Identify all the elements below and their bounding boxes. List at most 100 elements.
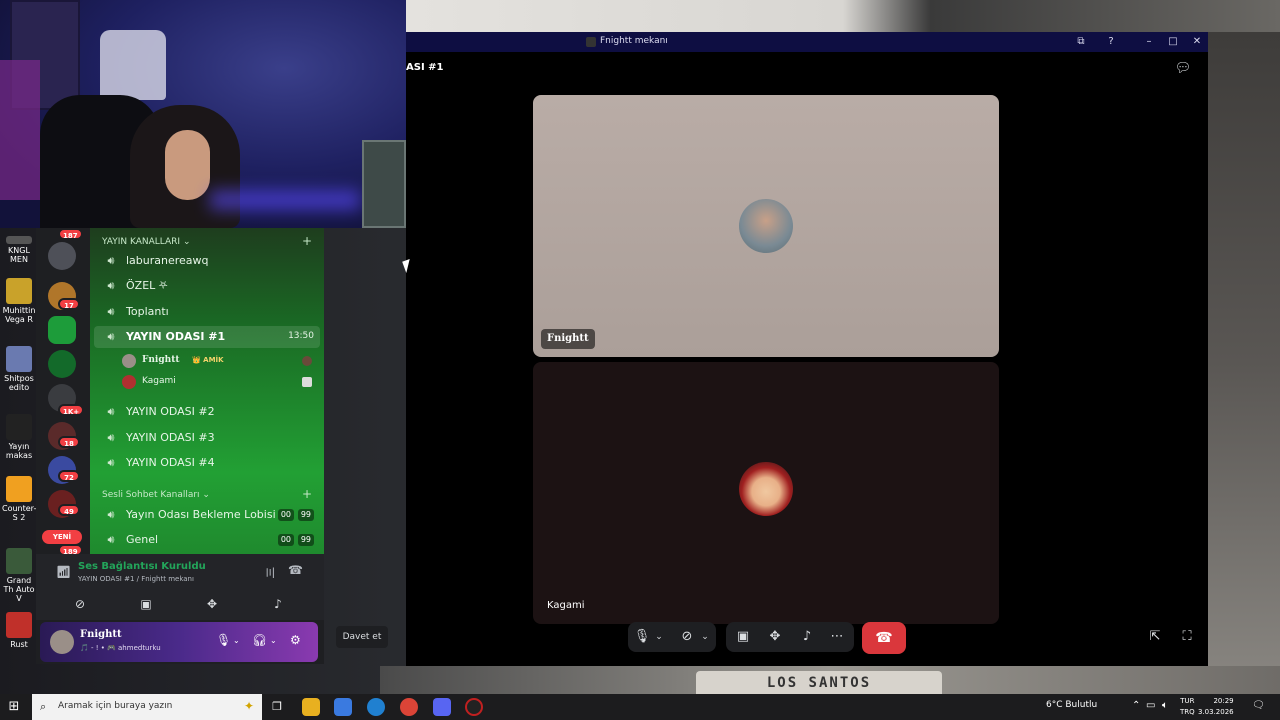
taskbar: ⊞ ⌕ Aramak için buraya yazın ✦ ❐ 6°C Bul… <box>0 694 1280 720</box>
soundboard-icon[interactable]: ♪ <box>796 622 818 652</box>
invite-button[interactable]: Davet et <box>336 626 388 648</box>
noise-suppression-icon[interactable]: 〣 <box>264 564 276 581</box>
chevron-down-icon[interactable]: ⌄ <box>270 636 277 645</box>
fullscreen-icon[interactable]: ⛶ <box>1178 628 1196 646</box>
voice-status-subtitle[interactable]: YAYIN ODASI #1 / Fnightt mekanı <box>78 575 194 583</box>
desktop-icon[interactable]: Muhittin Vega R <box>2 278 36 324</box>
task-view-icon[interactable]: ❐ <box>268 698 286 716</box>
channel-yayin-odasi-1[interactable]: 🔊︎ YAYIN ODASI #1 13:50 <box>94 326 320 348</box>
channel-bekleme-lobisi[interactable]: 🔊︎ Yayın Odası Bekleme Lobisi 00 99 <box>94 504 320 526</box>
channel-toplanti[interactable]: 🔊︎ Toplantı <box>94 301 320 323</box>
desktop-icon[interactable]: Rust <box>2 612 36 649</box>
desktop-icon[interactable]: KNGL MEN <box>2 236 36 264</box>
chevron-down-icon[interactable]: ⌄ <box>698 622 712 652</box>
language-indicator[interactable]: TUR TRQ <box>1180 696 1195 718</box>
chevron-down-icon[interactable]: ⌄ <box>652 622 666 652</box>
server-icon[interactable] <box>48 242 76 270</box>
server-icon[interactable] <box>48 316 76 344</box>
channel-label: YAYIN ODASI #4 <box>126 456 215 469</box>
pop-out-icon[interactable]: ⇱ <box>1146 628 1164 646</box>
user-count: 00 <box>277 509 294 521</box>
cast-icon[interactable]: ⧉ <box>1072 34 1090 50</box>
file-explorer-icon[interactable] <box>302 698 320 716</box>
channel-yayin-odasi-3[interactable]: 🔊︎ YAYIN ODASI #3 <box>94 427 320 449</box>
discord-icon[interactable] <box>433 698 451 716</box>
weather-widget[interactable]: 6°C Bulutlu <box>1046 700 1097 710</box>
voice-member[interactable]: Fnightt 👑 AMİK <box>120 352 316 370</box>
avatar[interactable] <box>50 630 74 654</box>
speaker-icon: 🔊︎ <box>107 431 115 444</box>
speaker-icon: 🔊︎ <box>107 405 115 418</box>
channel-genel[interactable]: 🔊︎ Genel 00 99 <box>94 529 320 551</box>
chevron-up-icon[interactable]: ⌃ <box>1132 700 1140 711</box>
channel-label: Genel <box>126 533 159 546</box>
network-icon[interactable]: ▭ <box>1146 700 1155 711</box>
desktop-icon[interactable]: Shitpos edito <box>2 346 36 392</box>
user-count: 00 <box>277 534 294 546</box>
clock[interactable]: 20:29 3.03.2026 <box>1198 696 1234 718</box>
microphone-icon[interactable]: 🎙︎ <box>216 633 231 647</box>
participant-tile[interactable]: Fnightt <box>533 95 999 357</box>
notifications-icon[interactable]: 🗨︎ <box>1252 700 1265 711</box>
user-limit: 99 <box>297 509 314 521</box>
store-icon[interactable] <box>334 698 352 716</box>
volume-icon[interactable]: 🔈︎ <box>1162 700 1168 711</box>
edge-icon[interactable] <box>367 698 385 716</box>
chrome-icon[interactable] <box>400 698 418 716</box>
discord-sidebar: 187 17 1K+ 18 72 49 YENİ 189 YAYIN KANAL… <box>36 228 324 664</box>
headphones-icon[interactable]: 🎧︎ <box>252 633 267 647</box>
server-list: 187 17 1K+ 18 72 49 YENİ 189 <box>36 228 90 558</box>
camera-off-icon[interactable]: ⊘ <box>676 622 698 652</box>
activities-icon[interactable]: ✥ <box>764 622 786 652</box>
server-icon[interactable] <box>48 350 76 378</box>
voice-connection-panel: 📶︎ Ses Bağlantısı Kuruldu YAYIN ODASI #1… <box>36 554 324 620</box>
microphone-icon[interactable]: 🎙︎ <box>632 622 652 652</box>
desktop-icon[interactable]: Grand Th Auto V <box>2 548 36 603</box>
channel-yayin-odasi-4[interactable]: 🔊︎ YAYIN ODASI #4 <box>94 452 320 474</box>
maximize-icon[interactable]: □ <box>1164 34 1182 50</box>
desktop-icon-label: Rust <box>10 640 28 649</box>
channel-label: Yayın Odası Bekleme Lobisi <box>126 508 276 521</box>
member-name: Kagami <box>142 376 176 386</box>
windows-start-icon[interactable]: ⊞ <box>6 699 22 715</box>
screen-share-icon[interactable]: ▣ <box>732 622 754 652</box>
obs-icon[interactable] <box>465 698 483 716</box>
category-yayin-kanallari[interactable]: YAYIN KANALLARI ⌄ <box>102 237 191 247</box>
server-badge: 187 <box>58 228 83 240</box>
add-channel-icon[interactable]: + <box>302 487 312 501</box>
language-code: TUR <box>1180 697 1195 705</box>
add-channel-icon[interactable]: + <box>302 234 312 248</box>
speaker-icon: 🔊︎ <box>107 456 115 469</box>
more-options-icon[interactable]: ⋯ <box>826 622 848 652</box>
taskbar-search[interactable]: ⌕ Aramak için buraya yazın ✦ <box>32 694 262 720</box>
channel-ozel[interactable]: 🔊︎ ÖZEL ⛧ <box>94 275 320 297</box>
camera-off-button[interactable]: ⊘ <box>52 594 108 614</box>
user-panel: Fnightt 🎵 - ! • 🎮 ahmedturku 🎙︎ ⌄ 🎧︎ ⌄ ⚙ <box>40 622 318 662</box>
desktop-icon[interactable]: Counter-S 2 <box>2 476 36 522</box>
member-name: Fnightt <box>142 355 180 365</box>
end-call-button[interactable]: ☎︎ <box>862 622 906 654</box>
channel-label: YAYIN ODASI #3 <box>126 431 215 444</box>
call-window: Fnightt mekanı ⧉ ? – □ ✕ ASI #1 💬︎ Fnigh… <box>336 32 1208 666</box>
screen-share-button[interactable]: ▣ <box>118 594 174 614</box>
chat-icon[interactable]: 💬︎ <box>1174 61 1192 79</box>
channel-yayin-odasi-2[interactable]: 🔊︎ YAYIN ODASI #2 <box>94 401 320 423</box>
category-sesli-sohbet[interactable]: Sesli Sohbet Kanalları ⌄ <box>102 490 210 500</box>
channel-laburanereawq[interactable]: 🔊︎ laburanereawq <box>94 250 320 272</box>
help-icon[interactable]: ? <box>1102 34 1120 50</box>
participant-name: Kagami <box>547 600 585 611</box>
voice-member[interactable]: Kagami <box>120 373 316 391</box>
minimize-icon[interactable]: – <box>1140 34 1158 50</box>
gear-icon[interactable]: ⚙ <box>290 633 301 647</box>
disconnect-icon[interactable]: ☎︎ <box>288 563 303 577</box>
chevron-down-icon[interactable]: ⌄ <box>233 636 240 645</box>
user-status: 🎵 - ! • 🎮 ahmedturku <box>80 644 161 652</box>
channel-list: YAYIN KANALLARI ⌄ + 🔊︎ laburanereawq 🔊︎ … <box>90 228 324 554</box>
activities-button[interactable]: ✥ <box>184 594 240 614</box>
desktop-icon-label: Shitpos edito <box>4 374 34 392</box>
close-icon[interactable]: ✕ <box>1188 34 1206 50</box>
soundboard-button[interactable]: ♪ <box>250 594 306 614</box>
signal-icon[interactable]: 📶︎ <box>56 565 71 579</box>
desktop-icon[interactable]: Yayın makas <box>2 414 36 460</box>
participant-tile[interactable]: Kagami <box>533 362 999 624</box>
